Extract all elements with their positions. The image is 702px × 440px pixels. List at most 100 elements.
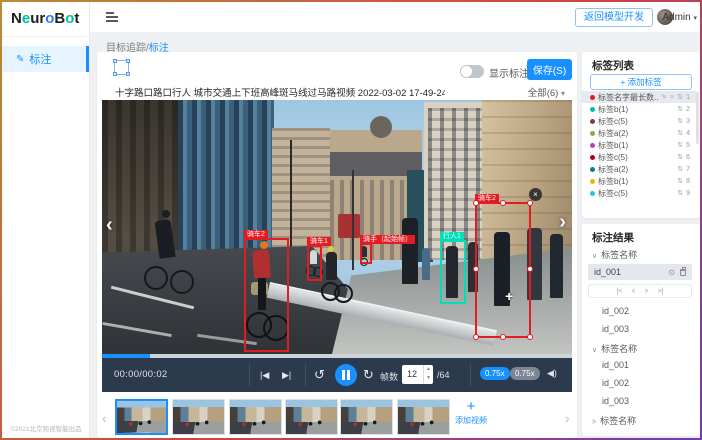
next-frame-icon[interactable]: > — [645, 288, 649, 295]
resize-handle[interactable] — [473, 200, 479, 206]
video-canvas[interactable]: 骑车2 骑车1 骑手（起始帧） 行人1 骑车2 × — [102, 100, 572, 354]
tag-list-panel: 标签列表 + 添加标签 标签名字最长数... ✎ × ⇅ 1 标签b(1) ⇅ … — [582, 52, 700, 218]
show-annotation-toggle[interactable] — [460, 65, 484, 78]
add-tag-button[interactable]: + 添加标签 — [590, 74, 692, 90]
resize-handle[interactable] — [500, 200, 506, 206]
prev-frame-icon[interactable]: < — [631, 288, 635, 295]
menu-fold-icon[interactable] — [106, 12, 118, 22]
sort-icon[interactable]: ⇅ — [677, 153, 683, 161]
video-title: 十字路口路口行人 城市交通上下班高峰斑马线过马路视频 2022-03-02 17… — [115, 85, 445, 99]
tag-color-dot — [590, 95, 595, 100]
resize-handle[interactable] — [500, 334, 506, 340]
tag-row[interactable]: 标签b(1) ⇅ 2 — [582, 103, 696, 115]
sort-icon[interactable]: ⇅ — [677, 141, 683, 149]
result-group[interactable]: ∨标签名称 — [592, 342, 637, 355]
edit-tag-icon[interactable]: ✎ — [661, 93, 667, 101]
delete-box-icon[interactable]: × — [529, 188, 542, 201]
last-frame-icon[interactable]: >| — [658, 288, 664, 295]
back-to-model-dev-button[interactable]: 返回模型开发 — [575, 8, 653, 27]
pedestrian-figure — [402, 218, 418, 284]
filmstrip-prev-chevron[interactable]: ‹ — [102, 410, 107, 426]
forward-icon[interactable]: ↻ — [363, 367, 374, 383]
next-frame-icon[interactable]: ▶| — [282, 370, 291, 381]
divider — [2, 36, 89, 37]
tag-row[interactable]: 标签c(5) ⇅ 9 — [582, 187, 696, 199]
prev-video-chevron[interactable]: ‹ — [106, 215, 113, 235]
spin-up-icon[interactable]: ▲ — [426, 366, 431, 372]
sort-icon[interactable]: ⇅ — [677, 93, 683, 101]
app: NeuroBot ✎ 标注 ©2021北京矩视智能出品 返回模型开发 Admin… — [2, 2, 700, 438]
user-name: Admin — [662, 12, 690, 23]
add-video-button[interactable]: + 添加视频 — [449, 399, 493, 435]
result-group[interactable]: ∨标签名称 — [592, 248, 637, 261]
result-item[interactable]: id_003 — [602, 396, 629, 406]
bbox-label: 骑车1 — [307, 237, 331, 246]
result-item[interactable]: id_001 — [602, 360, 629, 370]
scrollbar-thumb[interactable] — [696, 92, 699, 144]
rect-draw-tool-icon[interactable] — [114, 60, 129, 75]
bbox-rider-startframe[interactable]: 骑手（起始帧） — [360, 243, 372, 264]
filmstrip-next-chevron[interactable]: › — [565, 410, 570, 426]
resize-handle[interactable] — [473, 334, 479, 340]
result-item[interactable]: id_002 — [602, 306, 629, 316]
tag-row[interactable]: 标签c(5) ⇅ 6 — [582, 151, 696, 163]
spin-down-icon[interactable]: ▼ — [426, 375, 431, 381]
delete-tag-icon[interactable]: × — [670, 94, 674, 101]
frame-number-input[interactable]: 12 ▲▼ — [402, 365, 433, 384]
tag-color-dot — [590, 107, 595, 112]
speed-pill[interactable]: 0.75x — [510, 367, 540, 380]
bbox-cyclist-2[interactable]: 骑车2 — [244, 238, 289, 352]
user-menu[interactable]: Admin ▾ — [662, 12, 697, 23]
rewind-icon[interactable]: ↺ — [314, 367, 325, 383]
resize-handle[interactable] — [473, 266, 479, 272]
sidebar-item-annotate[interactable]: ✎ 标注 — [2, 46, 89, 72]
sort-icon[interactable]: ⇅ — [677, 189, 683, 197]
video-thumbnail[interactable] — [397, 399, 450, 435]
result-item-selected[interactable]: id_001 ⊙ — [588, 264, 692, 280]
tag-row[interactable]: 标签名字最长数... ✎ × ⇅ 1 — [582, 91, 696, 103]
tag-color-dot — [590, 167, 595, 172]
video-thumbnail[interactable] — [285, 399, 338, 435]
pause-button[interactable] — [335, 364, 357, 386]
bbox-pedestrian-1[interactable]: 行人1 — [440, 240, 466, 304]
resize-handle[interactable] — [527, 266, 533, 272]
sort-icon[interactable]: ⇅ — [677, 117, 683, 125]
filter-dropdown[interactable]: 全部(6) ▾ — [528, 85, 565, 99]
speed-pill-active[interactable]: 0.75x — [480, 367, 510, 380]
tag-row[interactable]: 标签c(5) ⇅ 3 — [582, 115, 696, 127]
video-thumbnail[interactable] — [229, 399, 282, 435]
next-video-chevron[interactable]: › — [559, 212, 566, 232]
frame-stepper[interactable]: ▲▼ — [423, 365, 433, 384]
tag-row[interactable]: 标签a(2) ⇅ 4 — [582, 127, 696, 139]
logo-letter: o — [45, 10, 54, 27]
frame-value: 12 — [407, 369, 417, 379]
chevron-down-icon: ▾ — [693, 15, 697, 22]
resize-handle[interactable] — [527, 200, 533, 206]
bike-wheel — [334, 284, 353, 303]
volume-icon[interactable]: ◀) — [547, 368, 557, 379]
video-thumbnail[interactable] — [340, 399, 393, 435]
save-button[interactable]: 保存(S) — [527, 59, 572, 80]
sort-icon[interactable]: ⇅ — [677, 177, 683, 185]
logo-letter: u — [30, 10, 39, 27]
visibility-icon[interactable]: ⊙ — [668, 268, 675, 277]
tag-row[interactable]: 标签a(2) ⇅ 7 — [582, 163, 696, 175]
result-item[interactable]: id_002 — [602, 378, 629, 388]
sort-icon[interactable]: ⇅ — [677, 105, 683, 113]
sort-icon[interactable]: ⇅ — [677, 165, 683, 173]
tag-row[interactable]: 标签b(1) ⇅ 8 — [582, 175, 696, 187]
result-group-collapsed[interactable]: >标签名称 — [592, 414, 636, 427]
result-item[interactable]: id_003 — [602, 324, 629, 334]
tag-row[interactable]: 标签b(1) ⇅ 5 — [582, 139, 696, 151]
frame-count-label: 帧数 — [380, 370, 398, 383]
sort-icon[interactable]: ⇅ — [677, 129, 683, 137]
prev-frame-icon[interactable]: |◀ — [260, 370, 269, 381]
bbox-cyclist-1[interactable]: 骑车1 — [307, 245, 322, 281]
video-thumbnail[interactable] — [172, 399, 225, 435]
first-frame-icon[interactable]: |< — [617, 288, 623, 295]
sidebar: NeuroBot ✎ 标注 ©2021北京矩视智能出品 — [2, 2, 90, 438]
video-thumbnail-selected[interactable] — [115, 399, 168, 435]
resize-handle[interactable] — [527, 334, 533, 340]
trash-icon[interactable] — [680, 269, 686, 276]
bbox-selected[interactable]: 骑车2 × — [475, 202, 531, 338]
